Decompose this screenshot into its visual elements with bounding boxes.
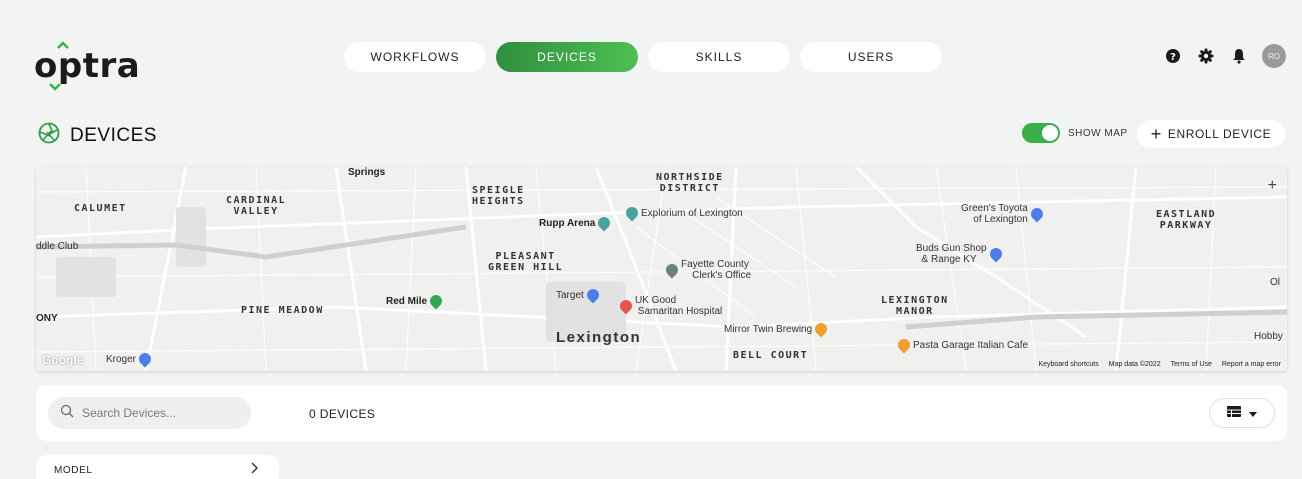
main-nav: WORKFLOWS DEVICES SKILLS USERS bbox=[344, 42, 942, 72]
header-icons: ? RO bbox=[1163, 44, 1286, 68]
map-footer: Keyboard shortcuts Map data ©2022 Terms … bbox=[1038, 361, 1281, 368]
google-attribution: Google bbox=[42, 353, 84, 367]
chevron-down-icon bbox=[1249, 404, 1257, 422]
model-filter-label: MODEL bbox=[54, 464, 93, 476]
app-shell: optra WORKFLOWS DEVICES SKILLS USERS ? R… bbox=[12, 12, 1302, 479]
map-place: Red Mile bbox=[386, 292, 445, 310]
help-icon[interactable]: ? bbox=[1163, 46, 1183, 66]
toggle-knob bbox=[1042, 125, 1058, 141]
map-place: Green's Toyota of Lexington bbox=[961, 203, 1046, 225]
search-input[interactable] bbox=[82, 406, 232, 420]
show-map-toggle[interactable] bbox=[1022, 123, 1060, 143]
map-place: Target bbox=[556, 286, 602, 304]
map-place: Mirror Twin Brewing bbox=[724, 320, 830, 338]
show-map-label: SHOW MAP bbox=[1068, 127, 1128, 139]
map-place: Fayette County Clerk's Office bbox=[663, 259, 751, 281]
map-place: ddle Club bbox=[36, 241, 79, 252]
map-neighborhood: CARDINAL VALLEY bbox=[226, 195, 287, 217]
devices-toolbar: 0 DEVICES bbox=[36, 385, 1287, 441]
report-map-error-link[interactable]: Report a map error bbox=[1222, 361, 1281, 368]
map-city-label: Lexington bbox=[556, 329, 642, 346]
map-neighborhood: PINE MEADOW bbox=[241, 305, 324, 316]
map-place: ONY bbox=[36, 313, 58, 324]
keyboard-shortcuts-link[interactable]: Keyboard shortcuts bbox=[1038, 361, 1098, 368]
map-place: Explorium of Lexington bbox=[623, 204, 743, 222]
map-neighborhood: NORTHSIDE DISTRICT bbox=[656, 172, 724, 194]
chevron-right-icon bbox=[251, 461, 259, 479]
map-neighborhood: SPEIGLE HEIGHTS bbox=[472, 185, 525, 207]
map-zoom-in-button[interactable]: + bbox=[1268, 177, 1277, 195]
map-place: Ol bbox=[1270, 277, 1280, 288]
page-header: DEVICES bbox=[38, 122, 157, 149]
table-view-icon bbox=[1227, 404, 1241, 422]
gear-icon[interactable] bbox=[1196, 46, 1216, 66]
map-place: Hobby bbox=[1254, 331, 1283, 342]
device-count: 0 DEVICES bbox=[309, 407, 376, 421]
enroll-device-button[interactable]: + ENROLL DEVICE bbox=[1137, 120, 1285, 148]
map-neighborhood: CALUMET bbox=[74, 203, 127, 214]
plus-icon: + bbox=[1150, 124, 1162, 144]
device-map[interactable]: CALUMET CARDINAL VALLEY SPEIGLE HEIGHTS NO… bbox=[36, 167, 1287, 371]
map-place: Pasta Garage Italian Cafe bbox=[895, 336, 1028, 354]
search-icon bbox=[60, 404, 74, 423]
svg-text:?: ? bbox=[1170, 52, 1176, 63]
map-place: UK Good Samaritan Hospital bbox=[617, 295, 722, 317]
search-box[interactable] bbox=[48, 397, 251, 429]
map-neighborhood: EASTLAND PARKWAY bbox=[1156, 209, 1217, 231]
tab-users[interactable]: USERS bbox=[800, 42, 942, 72]
map-neighborhood: BELL COURT bbox=[733, 350, 809, 361]
map-data-text: Map data ©2022 bbox=[1108, 361, 1161, 368]
map-streets bbox=[36, 167, 1287, 371]
bell-icon[interactable] bbox=[1229, 46, 1249, 66]
map-place: Springs bbox=[348, 167, 386, 178]
terms-link[interactable]: Terms of Use bbox=[1171, 361, 1212, 368]
avatar[interactable]: RO bbox=[1262, 44, 1286, 68]
map-place: Buds Gun Shop & Range KY bbox=[916, 243, 1005, 265]
aperture-icon bbox=[38, 122, 60, 149]
show-map-toggle-group: SHOW MAP bbox=[1022, 123, 1128, 143]
model-filter[interactable]: MODEL bbox=[36, 455, 279, 479]
map-place: Rupp Arena bbox=[539, 214, 613, 232]
map-neighborhood: PLEASANT GREEN HILL bbox=[488, 251, 564, 273]
view-toggle-button[interactable] bbox=[1209, 398, 1275, 428]
tab-devices[interactable]: DEVICES bbox=[496, 42, 638, 72]
map-place: Kroger bbox=[106, 350, 154, 368]
map-neighborhood: LEXINGTON MANOR bbox=[881, 295, 949, 317]
optra-logo[interactable]: optra bbox=[34, 40, 140, 92]
logo-text: optra bbox=[34, 46, 141, 86]
tab-skills[interactable]: SKILLS bbox=[648, 42, 790, 72]
tab-workflows[interactable]: WORKFLOWS bbox=[344, 42, 486, 72]
page-title: DEVICES bbox=[70, 124, 157, 146]
enroll-device-label: ENROLL DEVICE bbox=[1167, 127, 1272, 141]
